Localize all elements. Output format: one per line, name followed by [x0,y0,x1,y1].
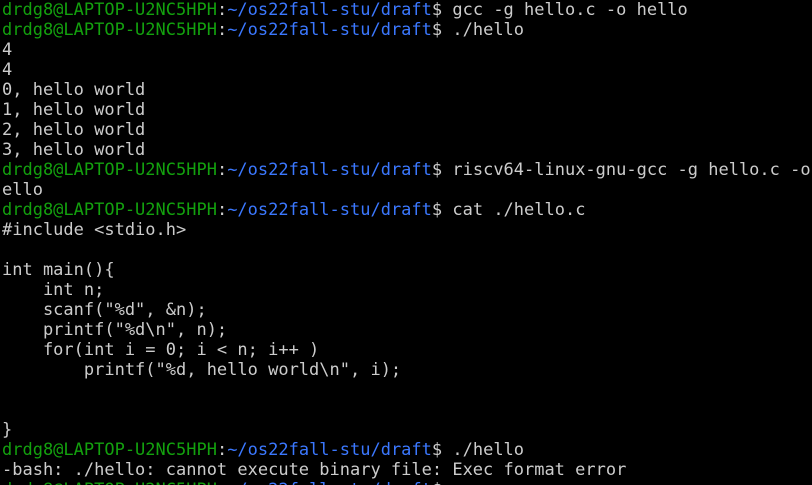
prompt-symbol: $ [431,440,443,460]
output-line: 4 [2,40,13,60]
command-text: gcc -g hello.c -o hello [442,0,688,20]
prompt-symbol: $ [432,480,442,485]
prompt-separator: : [216,0,228,20]
output-line: 2, hello world [2,120,146,140]
terminal-window[interactable]: drdg8@LAPTOP-U2NC5HPH:~/os22fall-stu/dra… [0,0,812,485]
prompt-user-host: drdg8@LAPTOP-U2NC5HPH [2,160,217,180]
prompt-separator: : [216,20,228,40]
prompt-line[interactable]: drdg8@LAPTOP-U2NC5HPH:~/os22fall-stu/dra… [2,480,452,485]
prompt-user-host: drdg8@LAPTOP-U2NC5HPH [2,0,217,20]
prompt-user-host: drdg8@LAPTOP-U2NC5HPH [2,480,217,485]
prompt-symbol: $ [431,0,443,20]
output-line: 1, hello world [2,100,146,120]
output-line: 0, hello world [2,80,146,100]
output-line: 4 [2,60,13,80]
prompt-user-host: drdg8@LAPTOP-U2NC5HPH [2,20,217,40]
output-line: int main(){ [2,260,115,280]
prompt-path: ~/os22fall-stu/draft [227,200,432,220]
output-line: scanf("%d", &n); [2,300,207,320]
prompt-separator: : [216,160,228,180]
error-output-line: -bash: ./hello: cannot execute binary fi… [2,460,627,480]
prompt-line: drdg8@LAPTOP-U2NC5HPH:~/os22fall-stu/dra… [2,0,688,20]
command-text: ./hello [442,440,525,460]
prompt-path: ~/os22fall-stu/draft [227,20,432,40]
output-line: #include <stdio.h> [2,220,187,240]
command-input[interactable] [442,480,452,485]
output-line: ello [2,180,43,200]
output-line: for(int i = 0; i < n; i++ ) [2,340,320,360]
prompt-separator: : [216,200,228,220]
prompt-path: ~/os22fall-stu/draft [227,440,432,460]
prompt-symbol: $ [431,20,443,40]
prompt-separator: : [216,440,228,460]
prompt-symbol: $ [431,160,443,180]
command-text: ./hello [442,20,525,40]
prompt-symbol: $ [431,200,443,220]
prompt-path: ~/os22fall-stu/draft [227,0,432,20]
command-text: riscv64-linux-gnu-gcc -g hello.c -o h [442,160,812,180]
prompt-line: drdg8@LAPTOP-U2NC5HPH:~/os22fall-stu/dra… [2,200,585,220]
prompt-separator: : [217,480,227,485]
prompt-line: drdg8@LAPTOP-U2NC5HPH:~/os22fall-stu/dra… [2,160,812,180]
prompt-user-host: drdg8@LAPTOP-U2NC5HPH [2,200,217,220]
prompt-user-host: drdg8@LAPTOP-U2NC5HPH [2,440,217,460]
command-text: cat ./hello.c [442,200,586,220]
output-line: int n; [2,280,105,300]
prompt-line: drdg8@LAPTOP-U2NC5HPH:~/os22fall-stu/dra… [2,20,524,40]
output-line: } [2,420,13,440]
output-line: printf("%d, hello world\n", i); [2,360,402,380]
prompt-path: ~/os22fall-stu/draft [227,480,432,485]
output-line: printf("%d\n", n); [2,320,228,340]
prompt-line: drdg8@LAPTOP-U2NC5HPH:~/os22fall-stu/dra… [2,440,524,460]
output-line: 3, hello world [2,140,146,160]
prompt-path: ~/os22fall-stu/draft [227,160,432,180]
